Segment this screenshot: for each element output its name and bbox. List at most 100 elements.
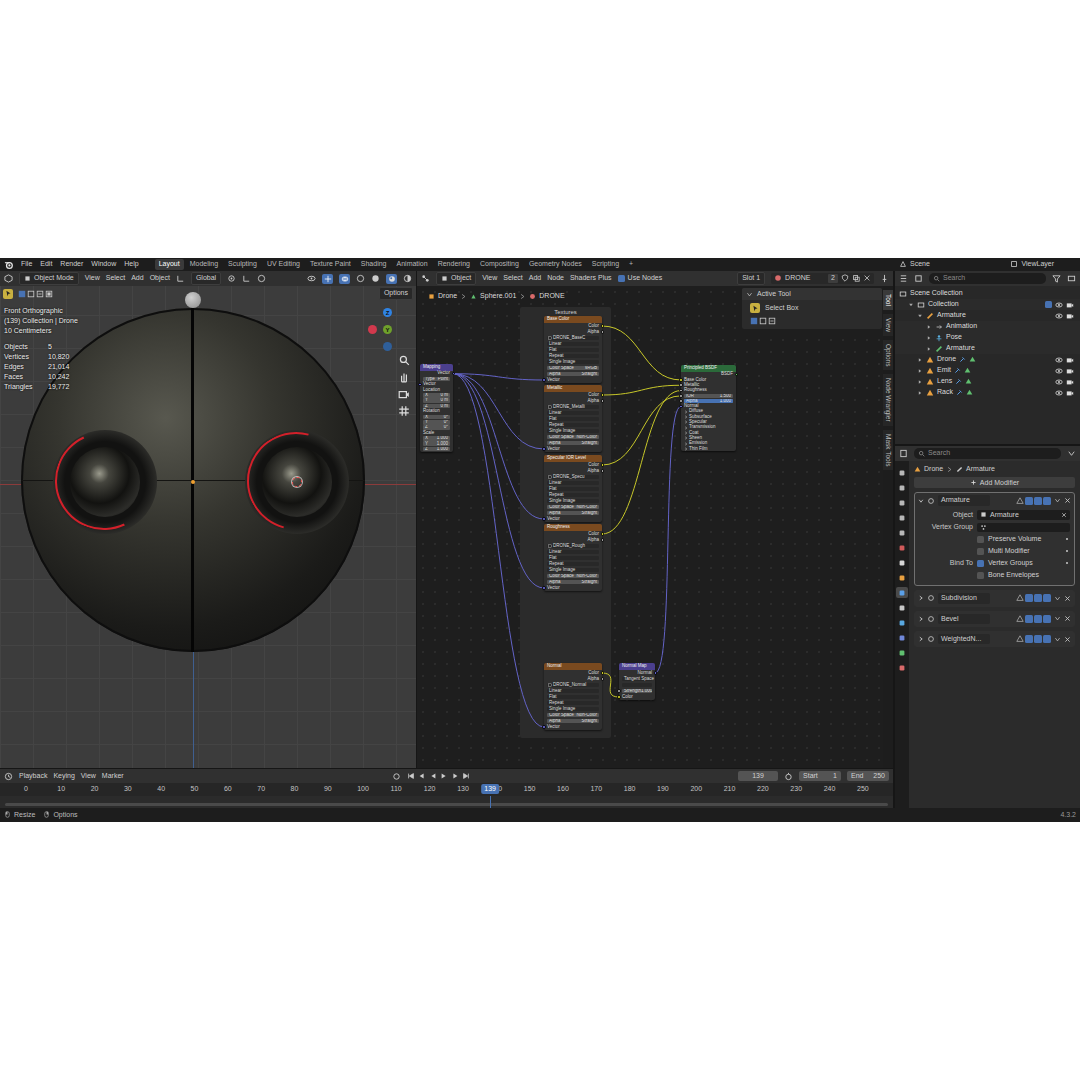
shader-type-dropdown[interactable]: Object bbox=[436, 272, 476, 285]
expand-arrow-icon[interactable] bbox=[926, 335, 932, 341]
edit-mode-toggle[interactable] bbox=[1025, 635, 1033, 643]
unlink-icon[interactable] bbox=[863, 274, 871, 282]
render-toggle[interactable] bbox=[1043, 635, 1051, 643]
orientation-icon[interactable] bbox=[176, 274, 185, 283]
node-dropdown[interactable]: Tangent Space bbox=[622, 677, 652, 682]
camera-icon[interactable] bbox=[1066, 312, 1074, 320]
clear-icon[interactable] bbox=[1061, 512, 1067, 518]
properties-tab[interactable] bbox=[896, 632, 908, 643]
duplicate-icon[interactable] bbox=[852, 274, 860, 282]
end-frame-field[interactable]: End250 bbox=[847, 771, 889, 781]
checkbox[interactable] bbox=[618, 275, 625, 282]
play-reverse-icon[interactable] bbox=[429, 772, 437, 780]
socket-icon[interactable] bbox=[542, 586, 546, 590]
socket-icon[interactable] bbox=[601, 532, 605, 536]
expand-arrow-icon[interactable] bbox=[917, 357, 923, 363]
next-keyframe-icon[interactable] bbox=[451, 772, 459, 780]
edit-mode-toggle[interactable] bbox=[1025, 594, 1033, 602]
outliner-row[interactable]: Animation bbox=[895, 321, 1080, 332]
node-dropdown[interactable]: Repeat bbox=[547, 423, 599, 428]
node-dropdown[interactable]: Single Image bbox=[547, 568, 599, 573]
camera-icon[interactable] bbox=[1066, 378, 1074, 386]
display-mode-icon[interactable] bbox=[914, 274, 923, 283]
workspace-tab[interactable]: Scripting bbox=[588, 259, 623, 269]
node-dropdown[interactable]: Repeat bbox=[547, 701, 599, 706]
node-panel[interactable]: Coat bbox=[684, 431, 699, 436]
checkbox[interactable] bbox=[977, 536, 984, 543]
pivot-icon[interactable] bbox=[227, 274, 236, 283]
orientation-dropdown[interactable]: Global bbox=[191, 272, 221, 285]
snap-icon[interactable] bbox=[242, 274, 251, 283]
gizmo-axis[interactable] bbox=[383, 342, 392, 351]
overlay-toggle[interactable] bbox=[339, 274, 350, 284]
node-field[interactable]: Y 0 m bbox=[423, 398, 450, 403]
chevron-down-icon[interactable] bbox=[1054, 497, 1061, 504]
checkbox[interactable] bbox=[977, 572, 984, 579]
node-field[interactable]: Color Space sRGB bbox=[547, 366, 599, 371]
menu-item[interactable]: Keying bbox=[53, 772, 74, 780]
socket-icon[interactable] bbox=[601, 393, 605, 397]
expand-arrow-icon[interactable] bbox=[918, 636, 924, 642]
gizmo-axis[interactable]: Z bbox=[383, 308, 392, 317]
properties-tab[interactable] bbox=[896, 557, 908, 568]
expand-arrow-icon[interactable] bbox=[917, 379, 923, 385]
slot-dropdown[interactable]: Slot 1 bbox=[737, 272, 765, 285]
scene-field[interactable]: Scene bbox=[899, 260, 930, 268]
options-icon[interactable] bbox=[1067, 449, 1076, 458]
select-extend-icon[interactable] bbox=[27, 290, 35, 298]
socket-icon[interactable] bbox=[679, 399, 683, 403]
expand-arrow-icon[interactable] bbox=[917, 313, 923, 319]
menu-item[interactable]: View bbox=[81, 772, 96, 780]
menu-item[interactable]: Add bbox=[131, 274, 143, 282]
image-selector[interactable]: DRONE_BaseC bbox=[547, 336, 599, 341]
node-header[interactable]: Normal Map bbox=[619, 663, 655, 670]
node-panel[interactable]: Emission bbox=[684, 441, 707, 446]
gizmo-axis[interactable]: Y bbox=[383, 325, 392, 334]
shader-node[interactable]: Specular IOR Level Color Alpha DRONE_Spe… bbox=[544, 455, 602, 522]
image-selector[interactable]: DRONE_Metalli bbox=[547, 405, 599, 410]
select-subtract-icon[interactable] bbox=[36, 290, 44, 298]
viewport-canvas[interactable]: Options Front Orthographic(139) Collecti… bbox=[0, 286, 416, 768]
shader-node[interactable]: Metallic Color Alpha DRONE_Metalli Linea… bbox=[544, 385, 602, 452]
workspace-tab[interactable]: Modeling bbox=[186, 259, 222, 269]
playhead[interactable]: 139 bbox=[481, 784, 499, 794]
menu-item[interactable]: Shaders Plus bbox=[570, 274, 612, 282]
eye-icon[interactable] bbox=[1055, 312, 1063, 320]
view-layer-field[interactable]: ViewLayer bbox=[1010, 260, 1054, 268]
close-icon[interactable] bbox=[1064, 595, 1071, 602]
eye-icon[interactable] bbox=[1055, 389, 1063, 397]
node-link[interactable] bbox=[602, 385, 681, 395]
node-field[interactable]: Alpha Straight bbox=[547, 580, 599, 585]
node-link[interactable] bbox=[602, 396, 681, 465]
viewport-toggle[interactable] bbox=[1034, 594, 1042, 602]
node-dropdown[interactable]: Linear bbox=[547, 342, 599, 347]
menu-item[interactable]: Node bbox=[547, 274, 564, 282]
editor-type-icon[interactable] bbox=[421, 274, 430, 283]
outliner-row[interactable]: Collection bbox=[895, 299, 1080, 310]
node-link[interactable] bbox=[602, 673, 619, 697]
current-frame-field[interactable]: 139 bbox=[738, 771, 778, 781]
expand-arrow-icon[interactable] bbox=[917, 390, 923, 396]
node-dropdown[interactable]: Single Image bbox=[547, 429, 599, 434]
node-field[interactable]: Color Space Non-Color bbox=[547, 574, 599, 579]
camera-icon[interactable] bbox=[1066, 389, 1074, 397]
socket-icon[interactable] bbox=[542, 725, 546, 729]
node-field[interactable]: Alpha 1.000 bbox=[684, 399, 733, 404]
record-icon[interactable] bbox=[392, 772, 401, 781]
socket-icon[interactable] bbox=[601, 399, 605, 403]
viewport-toggle[interactable] bbox=[1034, 635, 1042, 643]
menu-item[interactable]: View bbox=[482, 274, 497, 282]
close-icon[interactable] bbox=[1064, 636, 1071, 643]
light-object[interactable] bbox=[185, 292, 201, 308]
node-dropdown[interactable]: Linear bbox=[547, 481, 599, 486]
start-frame-field[interactable]: Start1 bbox=[799, 771, 841, 781]
on-cage-icon[interactable] bbox=[1016, 615, 1024, 623]
socket-icon[interactable] bbox=[601, 324, 605, 328]
node-panel[interactable]: Thin Film bbox=[684, 447, 708, 452]
node-dropdown[interactable] bbox=[622, 683, 652, 688]
properties-search[interactable]: Search bbox=[914, 448, 1061, 458]
node-panel[interactable]: Transmission bbox=[684, 425, 716, 430]
socket-icon[interactable] bbox=[418, 383, 422, 387]
properties-tab[interactable] bbox=[896, 662, 908, 673]
menu-item[interactable]: Edit bbox=[40, 260, 52, 268]
